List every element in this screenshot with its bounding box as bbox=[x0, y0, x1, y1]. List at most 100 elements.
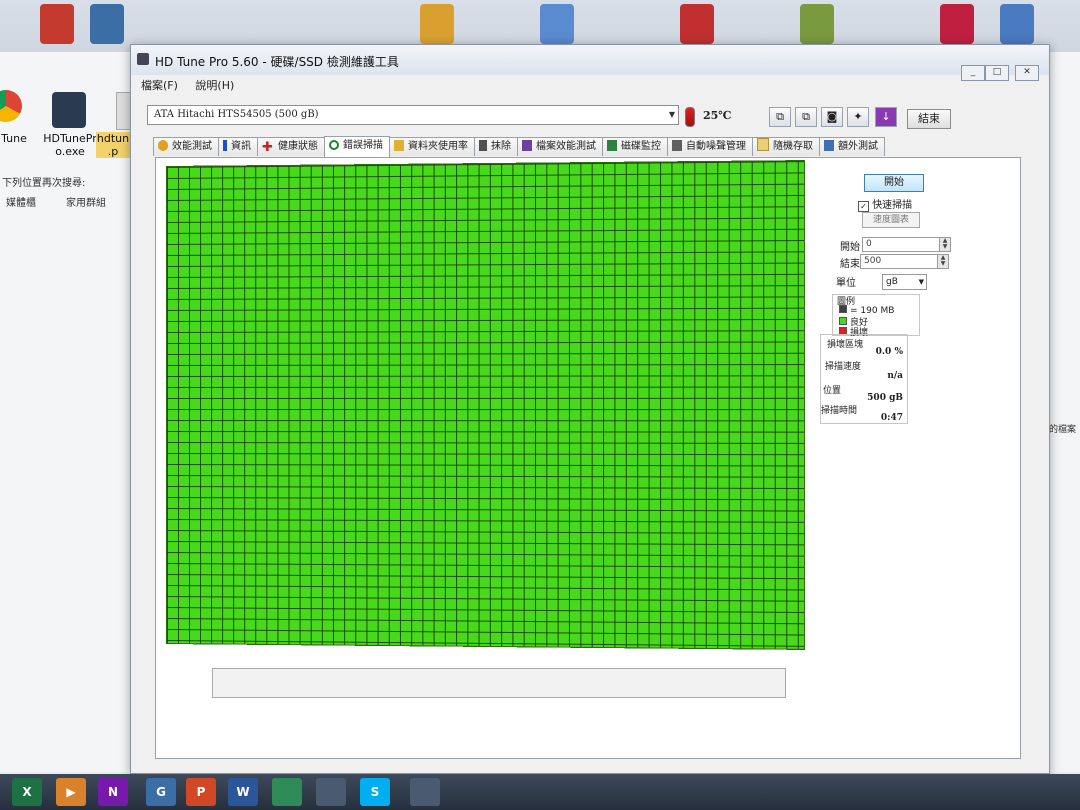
taskbar-excel-button[interactable]: X bbox=[12, 778, 42, 806]
speed-map-button[interactable]: 速度圖表 bbox=[862, 212, 920, 228]
app-icon bbox=[540, 4, 574, 44]
tab-error-scan[interactable]: 錯誤掃描 bbox=[324, 136, 390, 157]
tab-label: 檔案效能測試 bbox=[536, 141, 596, 152]
taskbar-app-button[interactable] bbox=[410, 778, 440, 806]
tab-benchmark[interactable]: 效能測試 bbox=[153, 137, 219, 156]
tab-label: 健康狀態 bbox=[278, 141, 318, 152]
unit-label: 單位 bbox=[836, 278, 856, 289]
end-position-value: 500 bbox=[864, 256, 882, 266]
minimize-button[interactable]: _ bbox=[961, 65, 985, 81]
taskbar-app-button[interactable] bbox=[316, 778, 346, 806]
screenshot-camera-icon[interactable]: ◙ bbox=[821, 107, 843, 127]
app-icon bbox=[1000, 4, 1034, 44]
window-title: HD Tune Pro 5.60 - 硬碟/SSD 檢測維護工具 bbox=[155, 55, 399, 69]
save-download-icon[interactable]: ↓ bbox=[875, 107, 897, 127]
tab-label: 自動噪聲管理 bbox=[686, 141, 746, 152]
chevron-down-icon: ▼ bbox=[918, 278, 924, 286]
exit-button[interactable]: 結束 bbox=[907, 109, 951, 129]
scan-speed-label: 掃描速度 bbox=[825, 362, 862, 372]
app-icon bbox=[940, 4, 974, 44]
tab-disk-monitor[interactable]: 磁碟監控 bbox=[602, 137, 668, 156]
app-icon bbox=[420, 4, 454, 44]
location-library[interactable]: 媒體櫃 bbox=[6, 194, 36, 209]
tab-label: 磁碟監控 bbox=[621, 141, 661, 152]
menu-help[interactable]: 說明(H) bbox=[195, 77, 234, 93]
taskbar-media-button[interactable]: ▶ bbox=[56, 778, 86, 806]
close-button[interactable]: ✕ bbox=[1015, 65, 1039, 81]
start-scan-button[interactable]: 開始 bbox=[864, 174, 924, 192]
desktop-icon-label[interactable]: hdtun .p bbox=[96, 132, 130, 158]
copy-all-icon[interactable]: ⧉ bbox=[795, 107, 817, 127]
drive-select[interactable]: ATA Hitachi HTS54505 (500 gB) ▼ bbox=[147, 105, 679, 125]
hdtune-exe-icon[interactable] bbox=[52, 92, 86, 128]
options-icon[interactable]: ✦ bbox=[847, 107, 869, 127]
app-icon bbox=[90, 4, 124, 44]
chrome-icon bbox=[0, 90, 22, 122]
app-icon bbox=[40, 4, 74, 44]
app-icon bbox=[800, 4, 834, 44]
trash-icon bbox=[479, 140, 487, 151]
taskbar-word-button[interactable]: W bbox=[228, 778, 258, 806]
position-value: 500 gB bbox=[867, 393, 903, 403]
tab-aam[interactable]: 自動噪聲管理 bbox=[667, 137, 753, 156]
title-bar[interactable]: HD Tune Pro 5.60 - 硬碟/SSD 檢測維護工具 _ □ ✕ bbox=[131, 45, 1049, 81]
unit-select[interactable]: gB ▼ bbox=[882, 274, 927, 290]
info-icon bbox=[223, 140, 227, 151]
spin-arrows-icon[interactable]: ▲ ▼ bbox=[937, 255, 948, 268]
scan-time-label: 掃描時間 bbox=[821, 406, 858, 416]
start-position-input[interactable]: 0 ▲ ▼ bbox=[862, 237, 951, 252]
taskbar: X ▶ N G P W S bbox=[0, 774, 1080, 810]
scan-progress-bar bbox=[212, 668, 786, 698]
start-field-label: 開始 bbox=[840, 242, 860, 253]
tab-health[interactable]: ✚ 健康狀態 bbox=[257, 137, 325, 156]
random-access-icon bbox=[757, 138, 769, 151]
tab-random-access[interactable]: 隨機存取 bbox=[752, 137, 820, 156]
tab-label: 資訊 bbox=[231, 141, 251, 152]
tab-label: 額外測試 bbox=[838, 141, 878, 152]
app-icon bbox=[137, 53, 149, 65]
taskbar-app-button[interactable]: G bbox=[146, 778, 176, 806]
unit-select-value: gB bbox=[886, 277, 898, 287]
taskbar-powerpoint-button[interactable]: P bbox=[186, 778, 216, 806]
folder-icon bbox=[394, 140, 404, 151]
temperature-readout: 25℃ bbox=[703, 109, 732, 122]
scan-time-value: 0:47 bbox=[880, 413, 903, 423]
gauge-icon bbox=[158, 140, 168, 151]
checkbox-check-icon: ✓ bbox=[858, 201, 869, 212]
start-position-value: 0 bbox=[866, 239, 872, 249]
tab-label: 抹除 bbox=[491, 141, 511, 152]
damaged-blocks-label: 損壞區塊 bbox=[827, 340, 864, 350]
location-homegroup[interactable]: 家用群組 bbox=[66, 194, 106, 209]
quick-scan-checkbox[interactable]: ✓ 快速掃描 bbox=[858, 196, 912, 212]
menu-bar: 檔案(F) 說明(H) bbox=[141, 77, 248, 95]
position-label: 位置 bbox=[823, 386, 842, 396]
tab-info[interactable]: 資訊 bbox=[218, 137, 258, 156]
explorer-left-pane: Tune HDTunePr o.exe hdtun .p 下列位置再次搜尋: 媒… bbox=[0, 52, 150, 772]
taskbar-skype-button[interactable]: S bbox=[360, 778, 390, 806]
file-bench-icon bbox=[522, 140, 532, 151]
thermometer-icon bbox=[685, 107, 695, 127]
taskbar-browser-button[interactable] bbox=[272, 778, 302, 806]
legend-swatch bbox=[839, 317, 847, 325]
desktop-icon-label[interactable]: HDTunePr o.exe bbox=[38, 132, 102, 158]
tab-label: 錯誤掃描 bbox=[343, 140, 383, 151]
damaged-blocks-value: 0.0 % bbox=[875, 347, 903, 357]
tab-label: 資料夾使用率 bbox=[408, 141, 468, 152]
search-again-hint: 下列位置再次搜尋: bbox=[2, 178, 86, 189]
extra-tests-icon bbox=[824, 140, 834, 151]
drive-select-value: ATA Hitachi HTS54505 (500 gB) bbox=[154, 109, 319, 120]
menu-file[interactable]: 檔案(F) bbox=[141, 77, 178, 93]
end-position-input[interactable]: 500 ▲ ▼ bbox=[860, 254, 949, 269]
maximize-button[interactable]: □ bbox=[985, 65, 1009, 81]
tab-extra-tests[interactable]: 額外測試 bbox=[819, 137, 885, 156]
spin-arrows-icon[interactable]: ▲ ▼ bbox=[939, 238, 950, 251]
tab-erase[interactable]: 抹除 bbox=[474, 137, 518, 156]
scan-block-map bbox=[166, 160, 806, 650]
copy-info-icon[interactable]: ⧉ bbox=[769, 107, 791, 127]
tab-folder-usage[interactable]: 資料夾使用率 bbox=[389, 137, 475, 156]
taskbar-onenote-button[interactable]: N bbox=[98, 778, 128, 806]
hdtune-window: HD Tune Pro 5.60 - 硬碟/SSD 檢測維護工具 _ □ ✕ 檔… bbox=[130, 44, 1050, 774]
tab-label: 效能測試 bbox=[172, 141, 212, 152]
tab-label: 隨機存取 bbox=[773, 141, 813, 152]
tab-file-benchmark[interactable]: 檔案效能測試 bbox=[517, 137, 603, 156]
